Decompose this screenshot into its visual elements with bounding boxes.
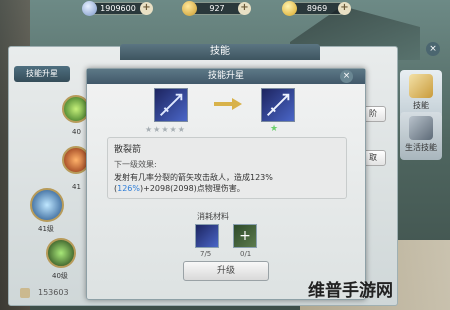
life-skill-icon <box>409 116 433 140</box>
star-rating: ★★★★★ <box>145 125 186 134</box>
skill-book-icon <box>409 74 433 98</box>
skill-level-2: 41 <box>72 183 81 191</box>
skill-points-count: 153603 <box>38 288 69 297</box>
new-star-icon: ★ <box>270 124 279 134</box>
gold-coin-icon <box>182 1 197 16</box>
silver-coin-icon <box>82 1 97 16</box>
skill-upgrade-dialog: 技能升星 × ★★★★★ ★ 散裂箭 下一级效果: 发射有几率分裂的箭矢攻击敌人… <box>86 68 366 300</box>
next-skill-icon <box>261 88 295 122</box>
current-skill-icon <box>154 88 188 122</box>
skill-level-1: 40 <box>72 128 81 136</box>
currency-bar: 1909600 + 927 + 8969 + <box>80 0 380 16</box>
tab-life-skills[interactable]: 生活技能 <box>400 112 442 160</box>
skill-level-3: 41级 <box>38 225 54 233</box>
effect-description: 发射有几率分裂的箭矢攻击敌人，造成123%(126%)+2098(2098)点物… <box>114 172 340 194</box>
dialog-close-button[interactable]: × <box>340 70 353 83</box>
ingot-icon <box>282 1 297 16</box>
material-2-count: 0/1 <box>240 250 252 258</box>
skill-name: 散裂箭 <box>114 145 142 155</box>
skill-level-4: 40级 <box>52 272 68 280</box>
skill-panel-title: 技能 <box>120 44 320 60</box>
add-silver-button[interactable]: + <box>140 2 153 15</box>
materials-title: 消耗材料 <box>197 212 229 221</box>
desc-part-2: )+2098(2098)点物理伤害。 <box>140 184 245 193</box>
tab-skill-upgrade[interactable]: 技能升星 <box>14 66 70 82</box>
upgrade-button[interactable]: 升级 <box>183 261 269 281</box>
material-1-icon[interactable] <box>195 224 219 248</box>
watermark: 维普手游网 <box>308 281 393 301</box>
ingot-value: 8969 <box>306 4 328 13</box>
skill-slot-3-icon[interactable] <box>30 188 64 222</box>
desc-highlight: 126% <box>117 184 140 193</box>
effect-box: 散裂箭 下一级效果: 发射有几率分裂的箭矢攻击敌人，造成123%(126%)+2… <box>107 137 347 199</box>
add-ingot-button[interactable]: + <box>338 2 351 15</box>
tab-skills-label: 技能 <box>413 101 429 110</box>
tab-skills[interactable]: 技能 <box>400 70 442 118</box>
points-icon <box>20 288 30 298</box>
skill-slot-4-icon[interactable] <box>46 238 76 268</box>
gold-counter: 927 + <box>182 1 251 16</box>
dialog-title: 技能升星 <box>87 69 365 84</box>
material-1-count: 7/5 <box>200 250 212 258</box>
tab-life-skills-label: 生活技能 <box>405 143 437 152</box>
add-gold-button[interactable]: + <box>238 2 251 15</box>
skill-panel-close-button[interactable]: × <box>426 42 440 56</box>
gold-value: 927 <box>209 4 225 13</box>
silver-value: 1909600 <box>100 4 136 13</box>
next-level-label: 下一级效果: <box>114 160 157 169</box>
material-2-icon[interactable]: + <box>233 224 257 248</box>
arrow-right-icon <box>214 98 242 110</box>
ingot-counter: 8969 + <box>282 1 351 16</box>
silver-counter: 1909600 + <box>82 1 153 16</box>
